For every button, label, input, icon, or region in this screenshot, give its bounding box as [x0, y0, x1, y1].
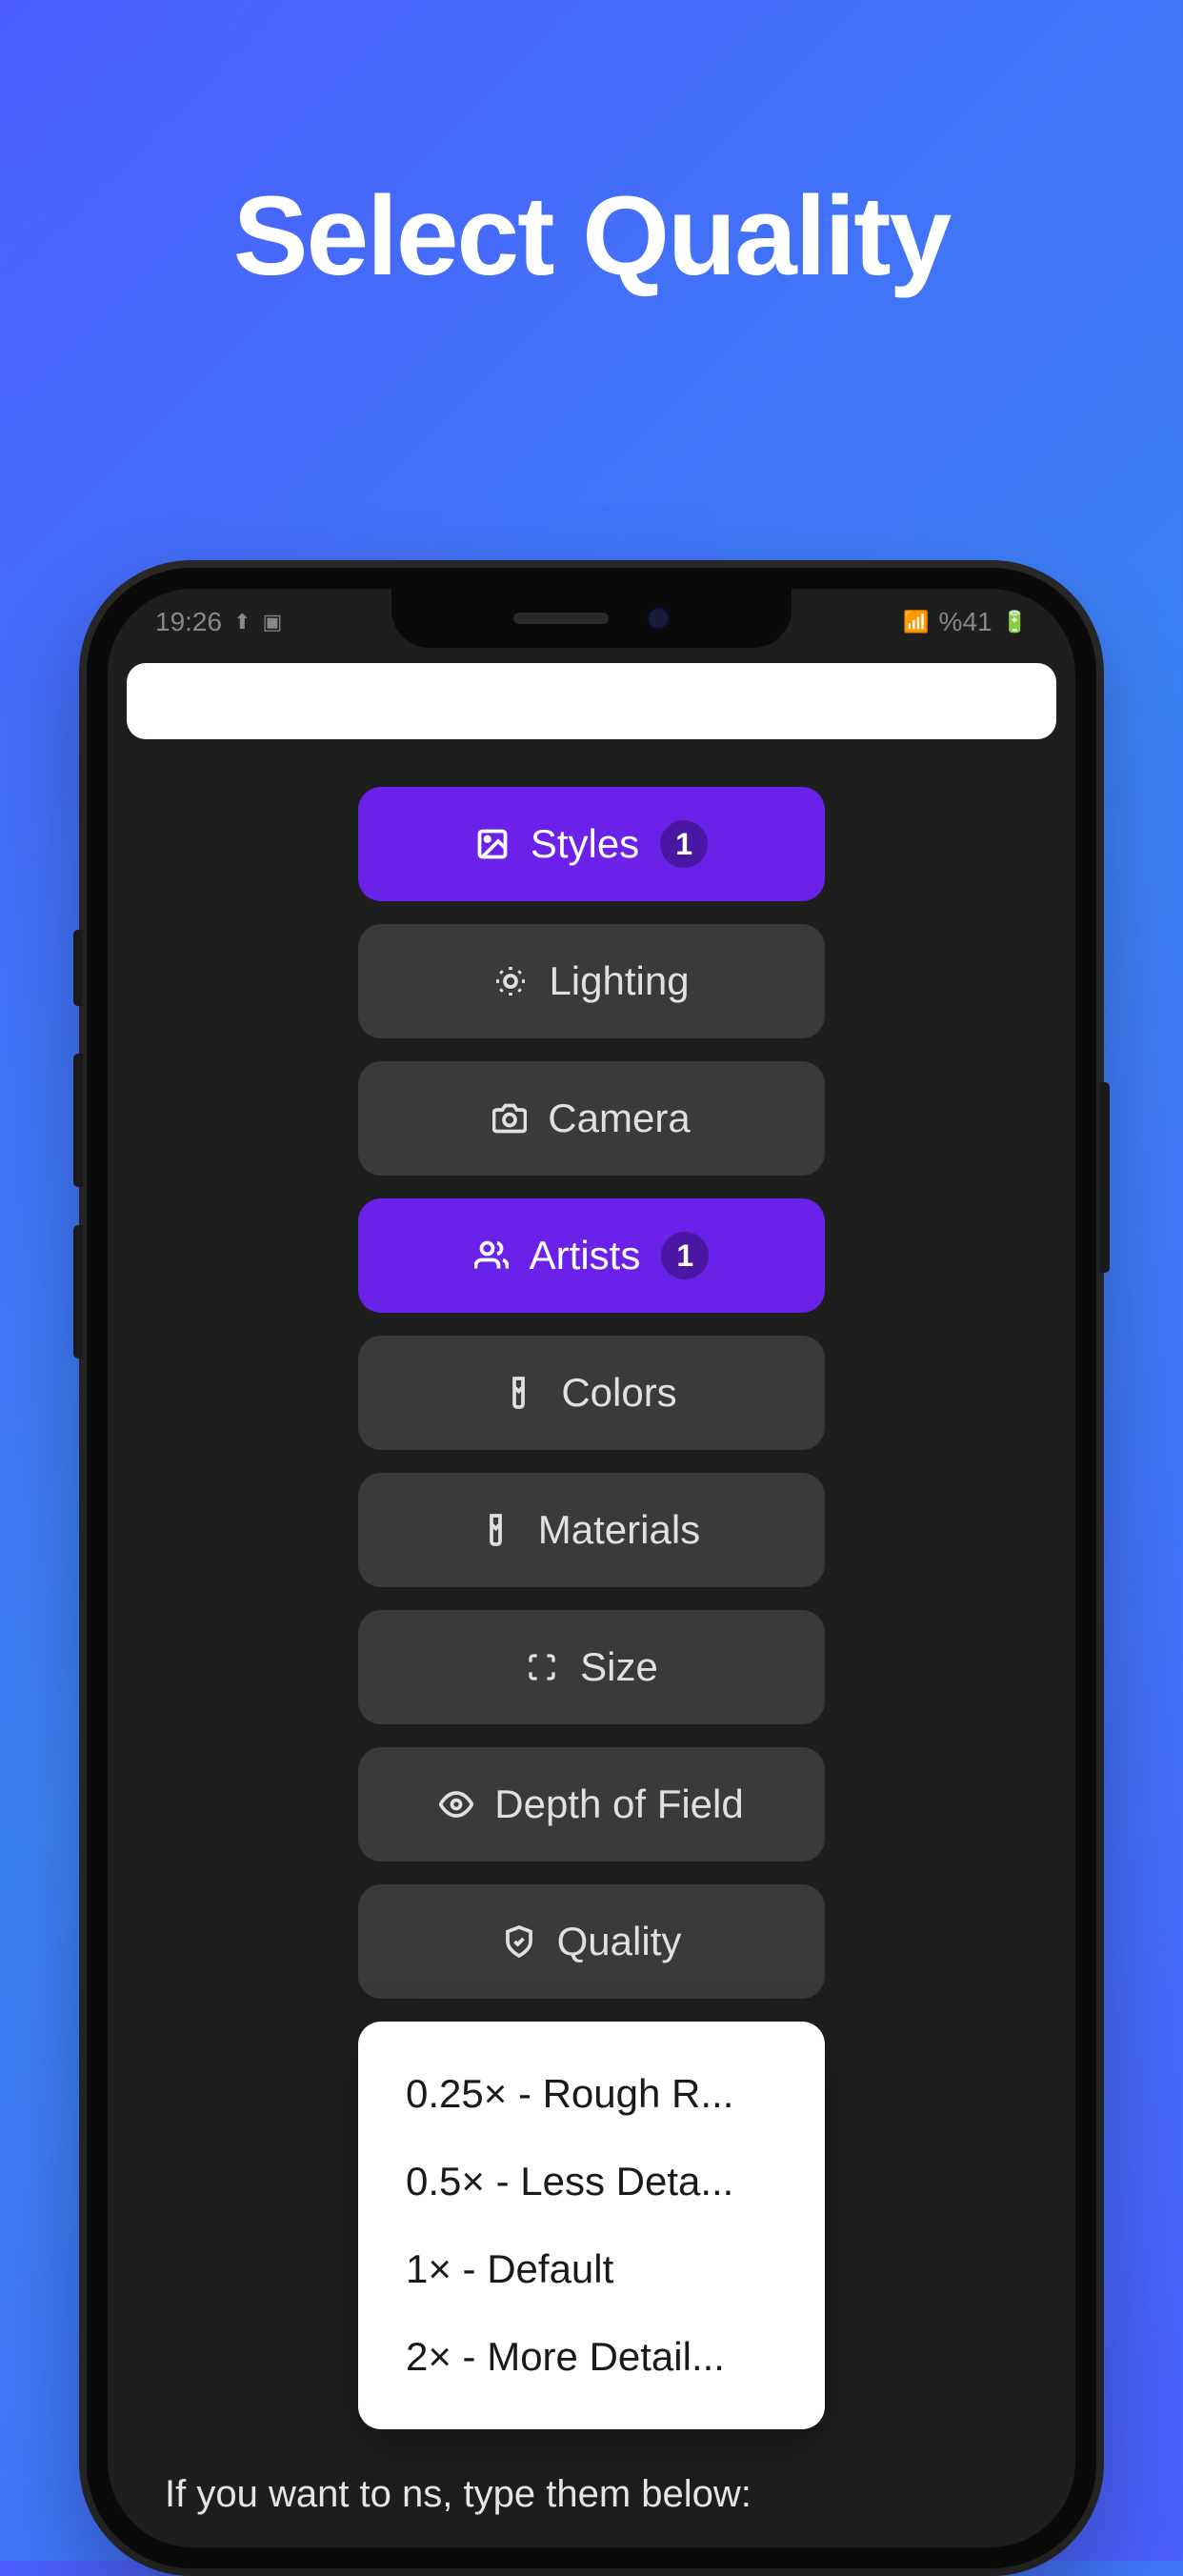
quality-option-1[interactable]: 0.5× - Less Deta...	[358, 2138, 825, 2225]
volume-up-button	[73, 1054, 83, 1187]
battery-icon: 🔋	[1002, 610, 1028, 634]
filter-artists-button[interactable]: Artists 1	[358, 1198, 825, 1313]
filter-badge: 1	[660, 820, 708, 868]
filter-label: Artists	[530, 1233, 641, 1278]
battery-percent: %41	[939, 607, 993, 637]
camera-icon	[492, 1101, 527, 1136]
lightbulb-icon	[493, 964, 528, 998]
quality-option-0[interactable]: 0.25× - Rough R...	[358, 2050, 825, 2138]
quality-dropdown: 0.25× - Rough R... 0.5× - Less Deta... 1…	[358, 2022, 825, 2429]
notification-icon-2: ▣	[263, 610, 283, 634]
phone-frame: 19:26 ⬆ ▣ 📶 %41 🔋 Styles 1	[87, 568, 1096, 2568]
front-camera	[647, 607, 670, 630]
image-icon	[475, 827, 510, 861]
filter-label: Materials	[538, 1507, 700, 1553]
phone-notch	[391, 589, 792, 648]
filter-label: Size	[580, 1644, 658, 1690]
filter-quality-button[interactable]: Quality	[358, 1884, 825, 1999]
eye-icon	[439, 1787, 473, 1821]
volume-down-button	[73, 1225, 83, 1358]
power-button	[1100, 1082, 1110, 1273]
filter-label: Colors	[561, 1370, 676, 1416]
filter-label: Quality	[557, 1919, 682, 1964]
filter-materials-button[interactable]: Materials	[358, 1473, 825, 1587]
signal-icon: 📶	[903, 610, 929, 634]
filter-depth-button[interactable]: Depth of Field	[358, 1747, 825, 1862]
hero-title: Select Quality	[233, 171, 950, 301]
users-icon	[474, 1238, 509, 1273]
filter-label: Depth of Field	[494, 1781, 743, 1827]
notification-icon: ⬆	[233, 610, 251, 634]
filter-size-button[interactable]: Size	[358, 1610, 825, 1724]
quality-option-3[interactable]: 2× - More Detail...	[358, 2313, 825, 2401]
filter-label: Lighting	[549, 958, 689, 1004]
expand-icon	[525, 1650, 559, 1684]
phone-screen: 19:26 ⬆ ▣ 📶 %41 🔋 Styles 1	[108, 589, 1075, 2547]
instruction-text: If you want to ns, type them below:	[146, 2429, 1037, 2547]
filter-content: Styles 1 Lighting Camera	[108, 739, 1075, 2547]
filter-label: Camera	[548, 1096, 690, 1141]
quality-option-2[interactable]: 1× - Default	[358, 2225, 825, 2313]
filter-lighting-button[interactable]: Lighting	[358, 924, 825, 1038]
prompt-input-card[interactable]	[127, 663, 1056, 739]
status-time: 19:26	[155, 607, 222, 637]
filter-badge: 1	[661, 1232, 709, 1279]
swatch-icon	[483, 1513, 517, 1547]
filter-colors-button[interactable]: Colors	[358, 1336, 825, 1450]
swatch-icon	[506, 1376, 540, 1410]
speaker	[513, 613, 609, 624]
silent-switch	[73, 930, 83, 1006]
filter-label: Styles	[531, 821, 639, 867]
filter-styles-button[interactable]: Styles 1	[358, 787, 825, 901]
shield-icon	[502, 1924, 536, 1959]
filter-camera-button[interactable]: Camera	[358, 1061, 825, 1176]
